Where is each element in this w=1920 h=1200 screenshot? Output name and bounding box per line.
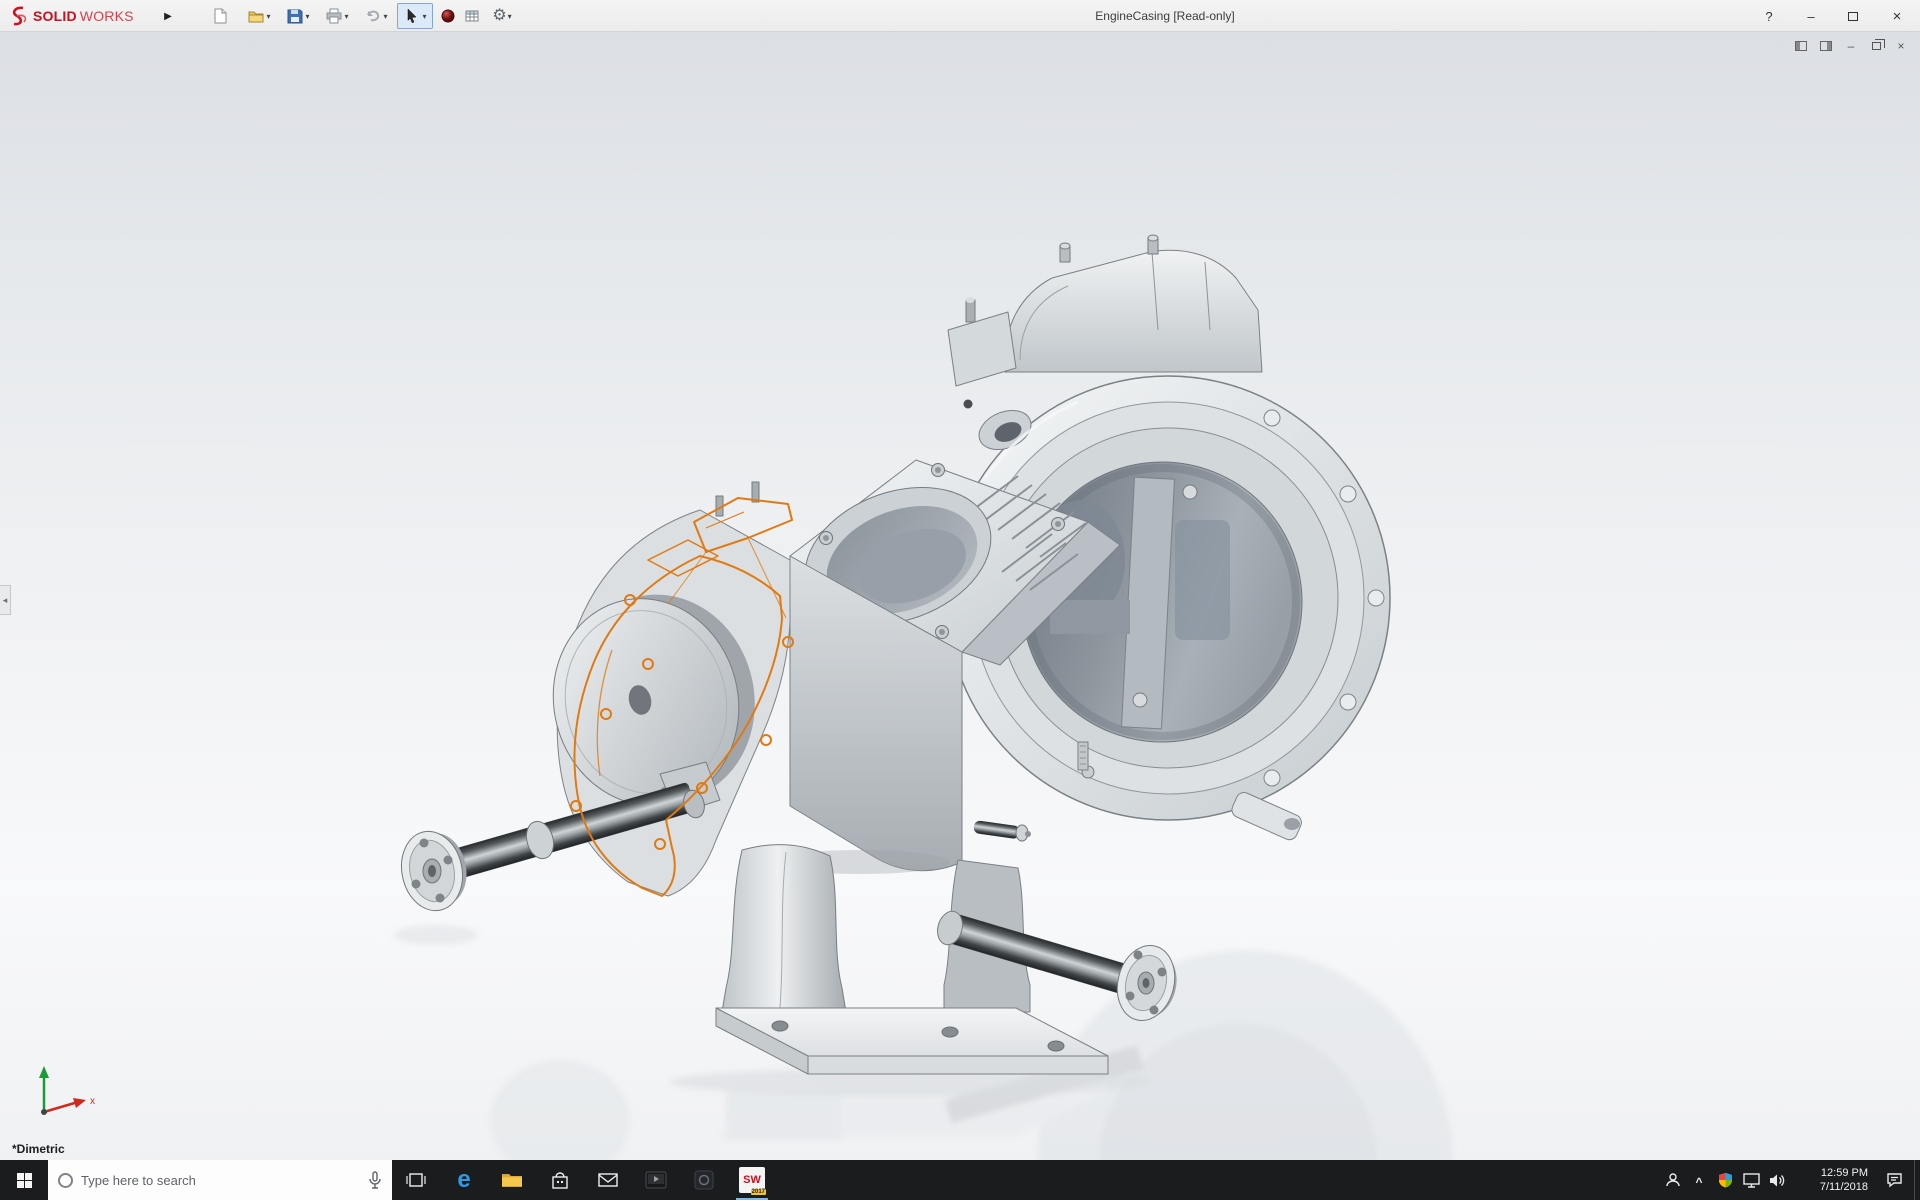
sw-version-badge: 2017	[751, 1189, 766, 1195]
dassault-swirl-icon	[8, 5, 30, 27]
mail-button[interactable]	[584, 1160, 632, 1200]
graphics-viewport[interactable]: – × ◂ x *Dimetric	[0, 32, 1920, 1160]
clock-time: 12:59 PM	[1821, 1166, 1868, 1180]
design-table-icon	[464, 8, 480, 24]
select-caret-icon[interactable]: ▾	[422, 12, 426, 21]
design-table-button[interactable]	[460, 3, 484, 29]
open-caret-icon[interactable]: ▾	[266, 12, 270, 21]
action-center-button[interactable]	[1874, 1160, 1914, 1200]
pane-left-icon	[1795, 41, 1807, 51]
solidworks-logo: SOLIDWORKS	[8, 0, 134, 32]
titlebar: SOLIDWORKS ▶ ▾	[0, 0, 1920, 32]
clock-date: 7/11/2018	[1820, 1180, 1868, 1194]
close-button[interactable]: ×	[1874, 0, 1920, 32]
menu-flyout-button[interactable]: ▶	[160, 6, 176, 26]
orientation-triad: x	[14, 1060, 104, 1124]
pane-left-button[interactable]	[1790, 37, 1812, 55]
show-desktop-button[interactable]	[1914, 1160, 1920, 1200]
undo-caret-icon[interactable]: ▾	[383, 12, 387, 21]
save-button[interactable]: ▾	[280, 3, 316, 29]
save-caret-icon[interactable]: ▾	[305, 12, 309, 21]
doc-restore-button[interactable]	[1865, 37, 1887, 55]
options-caret-icon[interactable]: ▾	[508, 12, 512, 21]
print-icon	[325, 7, 343, 25]
options-button[interactable]: ⚙ ▾	[484, 3, 520, 29]
window-title: EngineCasing [Read-only]	[1000, 0, 1330, 32]
defender-shield-icon	[1718, 1172, 1733, 1188]
utility-app-button[interactable]	[680, 1160, 728, 1200]
sw-label: SW	[743, 1174, 761, 1186]
engine-model[interactable]	[394, 235, 1390, 1074]
file-explorer-icon	[501, 1171, 523, 1189]
open-button[interactable]: ▾	[241, 3, 277, 29]
media-player-app-button[interactable]	[632, 1160, 680, 1200]
brand-text-light: WORKS	[80, 8, 134, 24]
store-button[interactable]	[536, 1160, 584, 1200]
person-icon	[1665, 1172, 1681, 1188]
microphone-icon[interactable]	[368, 1171, 382, 1189]
select-arrow-icon	[403, 7, 421, 25]
new-document-icon	[211, 7, 229, 25]
speaker-icon	[1769, 1173, 1786, 1188]
doc-restore-icon	[1872, 42, 1881, 50]
window-controls: ? – ×	[1748, 0, 1920, 32]
edge-button[interactable]: e	[440, 1160, 488, 1200]
pane-right-button[interactable]	[1815, 37, 1837, 55]
people-tray-button[interactable]	[1660, 1160, 1686, 1200]
ethernet-status-icon	[1743, 1173, 1760, 1188]
windows-logo-icon	[17, 1173, 32, 1188]
mail-icon	[598, 1172, 618, 1188]
document-window-controls: – ×	[1790, 37, 1912, 55]
new-document-button[interactable]	[202, 3, 238, 29]
media-player-app-icon	[645, 1171, 667, 1189]
volume-tray-button[interactable]	[1764, 1160, 1790, 1200]
viewport-canvas[interactable]	[0, 32, 1920, 1160]
taskbar-apps: e	[392, 1160, 776, 1200]
taskbar-clock[interactable]: 12:59 PM 7/11/2018	[1790, 1160, 1874, 1200]
undo-button[interactable]: ▾	[358, 3, 394, 29]
desktop: SOLIDWORKS ▶ ▾	[0, 0, 1920, 1200]
gear-icon: ⚙	[492, 8, 506, 24]
search-input[interactable]	[81, 1173, 360, 1188]
maximize-button[interactable]	[1832, 0, 1874, 32]
minimize-button[interactable]: –	[1790, 0, 1832, 32]
action-center-icon	[1886, 1172, 1903, 1188]
file-explorer-button[interactable]	[488, 1160, 536, 1200]
chevron-up-icon: ^	[1695, 1175, 1702, 1189]
view-orientation-label: *Dimetric	[12, 1142, 65, 1156]
solidworks-app-icon: SW 2017	[739, 1167, 765, 1193]
solidworks-app-button[interactable]: SW 2017	[728, 1160, 776, 1200]
network-tray-button[interactable]	[1738, 1160, 1764, 1200]
taskbar: e	[0, 1160, 1920, 1200]
help-button[interactable]: ?	[1748, 0, 1790, 32]
tray-overflow-button[interactable]: ^	[1686, 1160, 1712, 1200]
maximize-icon	[1848, 12, 1858, 21]
select-tool-button[interactable]: ▾	[397, 3, 433, 29]
print-caret-icon[interactable]: ▾	[344, 12, 348, 21]
save-floppy-icon	[286, 7, 304, 25]
quick-toolbar: ▾ ▾ ▾	[202, 0, 523, 32]
cortana-icon	[58, 1173, 73, 1188]
housing-top-segments[interactable]	[948, 235, 1262, 386]
store-icon	[551, 1170, 569, 1190]
edge-icon: e	[457, 1168, 470, 1192]
triad-x-label: x	[90, 1096, 95, 1107]
defender-tray-button[interactable]	[1712, 1160, 1738, 1200]
undo-icon	[364, 7, 382, 25]
system-tray: ^	[1660, 1160, 1920, 1200]
featuremanager-collapse-tab[interactable]: ◂	[0, 585, 11, 615]
print-button[interactable]: ▾	[319, 3, 355, 29]
doc-minimize-button[interactable]: –	[1840, 37, 1862, 55]
task-view-button[interactable]	[392, 1160, 440, 1200]
brand-text-bold: SOLID	[33, 8, 77, 24]
task-view-icon	[406, 1171, 426, 1189]
start-button[interactable]	[0, 1160, 48, 1200]
open-folder-icon	[247, 7, 265, 25]
appearance-button[interactable]	[436, 3, 460, 29]
taskbar-search[interactable]	[48, 1160, 392, 1200]
doc-close-button[interactable]: ×	[1890, 37, 1912, 55]
pane-right-icon	[1820, 41, 1832, 51]
appearance-sphere-icon	[440, 8, 456, 24]
utility-app-icon	[694, 1170, 714, 1190]
